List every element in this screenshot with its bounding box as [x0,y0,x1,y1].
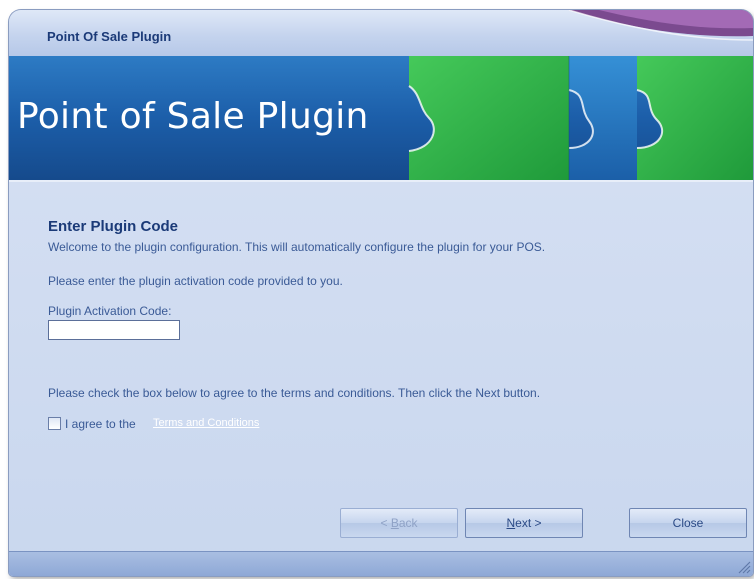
back-button[interactable]: < Back [340,508,458,538]
back-label-pre: < [380,516,391,530]
window-title: Point Of Sale Plugin [47,29,172,44]
content-panel: Enter Plugin Code Welcome to the plugin … [9,182,753,576]
header-banner: Point of Sale Plugin [9,56,753,180]
enter-code-text: Please enter the plugin activation code … [48,274,343,288]
page-heading: Enter Plugin Code [48,218,179,235]
code-label: Plugin Activation Code: [48,304,172,318]
welcome-text: Welcome to the plugin configuration. Thi… [48,240,546,254]
banner-title: Point of Sale Plugin [17,96,369,137]
terms-instruction-text: Please check the box below to agree to t… [48,386,541,400]
agree-checkbox[interactable] [48,417,61,430]
terms-link[interactable]: Terms and Conditions [153,417,259,429]
next-label-post: ext > [515,516,542,530]
next-label-mnemonic: N [506,516,516,530]
close-button[interactable]: Close [629,508,747,538]
plugin-window: Point Of Sale Plugin Point of Sale Plugi… [9,10,753,576]
puzzle-piece-icon [409,56,569,180]
back-label-mnemonic: B [390,516,399,530]
title-bar[interactable]: Point Of Sale Plugin [9,10,753,56]
next-button[interactable]: Next > [465,508,583,538]
resize-grip-icon[interactable] [737,560,751,574]
agree-label[interactable]: I agree to the [65,417,136,431]
status-bar [9,551,753,576]
back-label-post: ack [398,516,418,530]
activation-code-input[interactable] [48,320,180,340]
